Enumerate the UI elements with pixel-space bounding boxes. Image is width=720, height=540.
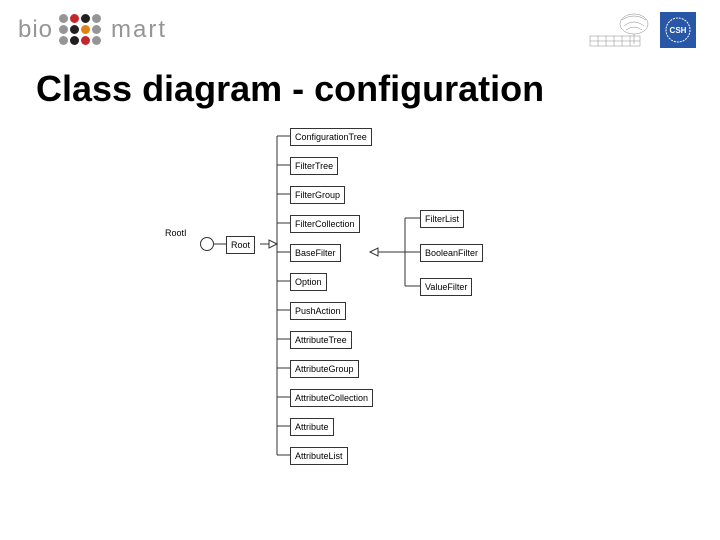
class-box: AttributeCollection: [290, 389, 373, 407]
campus-sketch-icon: [584, 10, 654, 50]
page-title: Class diagram - configuration: [36, 68, 720, 110]
class-box: FilterTree: [290, 157, 338, 175]
interface-lollipop-icon: [200, 237, 214, 251]
class-box: ConfigurationTree: [290, 128, 372, 146]
class-box: FilterCollection: [290, 215, 360, 233]
logo-text-mart: mart: [111, 16, 167, 44]
class-box: FilterGroup: [290, 186, 345, 204]
class-box: AttributeList: [290, 447, 348, 465]
class-box: PushAction: [290, 302, 346, 320]
class-box: Attribute: [290, 418, 334, 436]
logo-dot-grid-icon: [59, 14, 101, 45]
interface-label: RootI: [165, 228, 187, 238]
class-root: Root: [226, 236, 255, 254]
class-box: ValueFilter: [420, 278, 472, 296]
affiliation-logos: CSH: [584, 10, 696, 50]
logo-text-bio: bio: [18, 16, 53, 44]
brand-logo: bio mart: [18, 14, 167, 45]
svg-text:CSH: CSH: [670, 26, 687, 35]
class-diagram: RootI Root ConfigurationTree FilterTree …: [0, 118, 720, 538]
class-box: Option: [290, 273, 327, 291]
diagram-connectors: [0, 118, 720, 538]
class-box: AttributeGroup: [290, 360, 359, 378]
class-box: AttributeTree: [290, 331, 352, 349]
header: bio mart CSH: [0, 0, 720, 54]
class-box: BooleanFilter: [420, 244, 483, 262]
class-box: FilterList: [420, 210, 464, 228]
class-box: BaseFilter: [290, 244, 341, 262]
csh-badge-icon: CSH: [660, 12, 696, 48]
